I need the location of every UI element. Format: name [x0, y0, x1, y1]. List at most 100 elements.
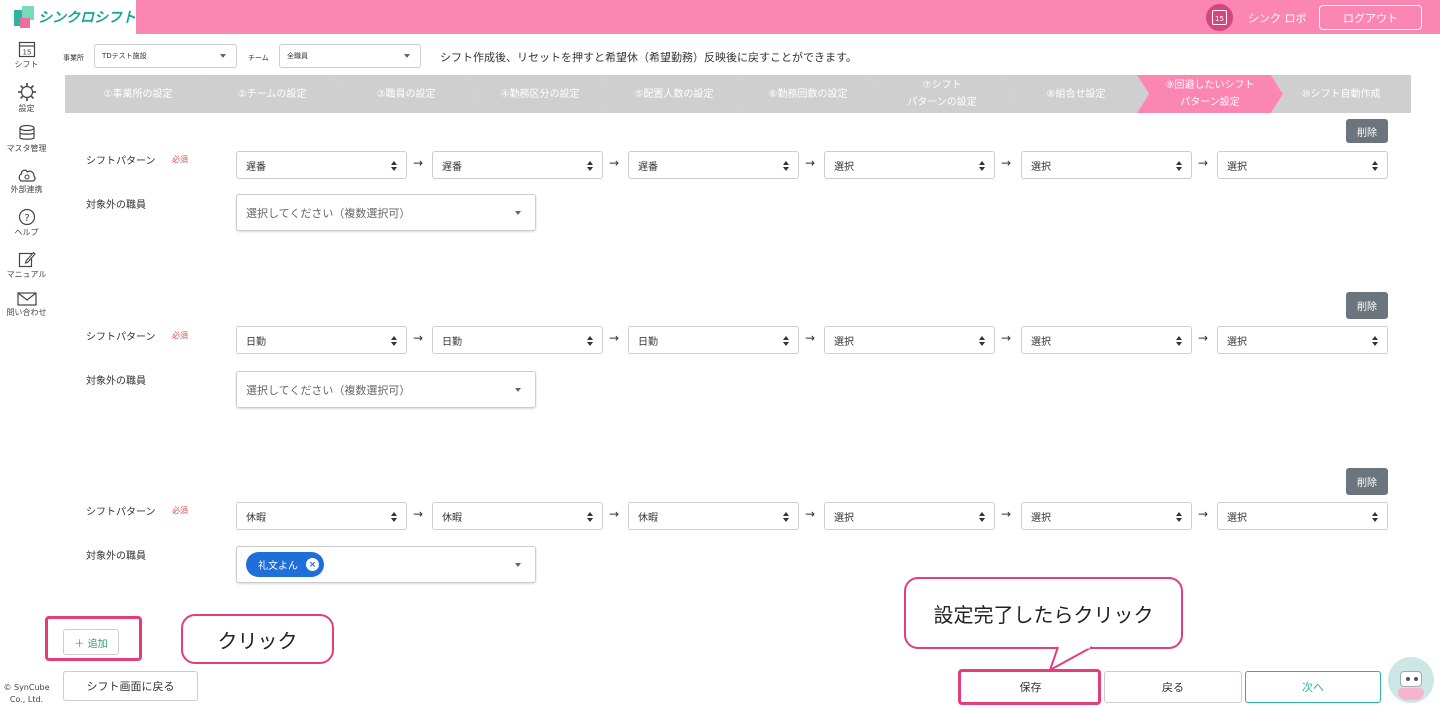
step-8[interactable]: ⑧組合せ設定 — [1003, 75, 1149, 113]
remove-chip-icon[interactable]: × — [306, 558, 319, 571]
help-icon: ? — [18, 208, 35, 226]
pattern-select[interactable]: 選択 — [1021, 326, 1192, 354]
pattern-select[interactable]: 日勤 — [628, 326, 799, 354]
step-1[interactable]: ①事業所の設定 — [65, 75, 211, 113]
step-6[interactable]: ⑥勤務回数の設定 — [735, 75, 881, 113]
excluded-label: 対象外の職員 — [86, 200, 146, 211]
callout-pointer — [1048, 646, 1093, 672]
sidebar-item-manual[interactable]: マニュアル — [0, 250, 53, 280]
sort-arrows-icon — [587, 512, 593, 522]
pattern-select[interactable]: 選択 — [824, 502, 995, 530]
arrow-icon: → — [805, 331, 816, 345]
step-2[interactable]: ②チームの設定 — [199, 75, 345, 113]
placeholder: 選択してください（複数選択可） — [246, 206, 411, 220]
team-select[interactable]: 全職員 — [279, 44, 421, 68]
cloud-sync-icon — [18, 169, 36, 182]
arrow-icon: → — [1198, 331, 1209, 345]
pattern-value: 遅番 — [246, 161, 266, 173]
pattern-select[interactable]: 遅番 — [236, 151, 407, 179]
arrow-icon: → — [1001, 507, 1012, 521]
assistant-robot-icon[interactable] — [1388, 657, 1434, 703]
step-10[interactable]: ⑩シフト自動作成 — [1271, 75, 1411, 113]
arrow-icon: → — [1001, 331, 1012, 345]
delete-button[interactable]: 削除 — [1346, 292, 1388, 319]
back-button[interactable]: 戻る — [1104, 671, 1242, 703]
sidebar-item-settings[interactable]: 設定 — [0, 82, 53, 114]
sort-arrows-icon — [391, 161, 397, 171]
excluded-label: 対象外の職員 — [86, 551, 146, 562]
pattern-select[interactable]: 休暇 — [628, 502, 799, 530]
pattern-select[interactable]: 日勤 — [236, 326, 407, 354]
sort-arrows-icon — [979, 512, 985, 522]
sort-arrows-icon — [1372, 161, 1378, 171]
arrow-icon: → — [413, 156, 424, 170]
sort-arrows-icon — [587, 336, 593, 346]
sidebar-item-contact[interactable]: 問い合わせ — [0, 292, 53, 318]
excluded-staff-select[interactable]: 選択してください（複数選択可） — [236, 371, 536, 408]
sort-arrows-icon — [391, 512, 397, 522]
pattern-value: 遅番 — [638, 161, 658, 173]
app-logo[interactable]: シンクロシフト — [0, 0, 136, 34]
sidebar-item-shift[interactable]: 15 シフト — [0, 40, 53, 70]
arrow-icon: → — [609, 331, 620, 345]
pattern-value: 日勤 — [246, 336, 266, 348]
user-name: シンク ロボ — [1248, 12, 1307, 25]
pattern-select[interactable]: 遅番 — [628, 151, 799, 179]
sidebar-item-help[interactable]: ? ヘルプ — [0, 208, 53, 238]
step-navigation: ①事業所の設定 ②チームの設定 ③職員の設定 ④勤務区分の設定 ⑤配置人数の設定… — [65, 75, 1411, 113]
excluded-staff-select[interactable]: 礼文よん × — [236, 546, 536, 583]
placeholder: 選択してください（複数選択可） — [246, 383, 411, 397]
pattern-value: 休暇 — [638, 512, 658, 524]
calendar-icon: 15 — [1212, 10, 1227, 25]
arrow-icon: → — [413, 331, 424, 345]
step-4[interactable]: ④勤務区分の設定 — [467, 75, 613, 113]
chevron-down-icon — [515, 211, 521, 215]
pattern-select[interactable]: 遅番 — [432, 151, 603, 179]
sort-arrows-icon — [1372, 336, 1378, 346]
arrow-icon: → — [805, 156, 816, 170]
pattern-select[interactable]: 休暇 — [236, 502, 407, 530]
step-9[interactable]: ⑨回避したいシフト パターン設定 — [1137, 75, 1283, 113]
add-highlight-box — [45, 616, 142, 661]
office-label: 事業所 — [63, 54, 84, 62]
chevron-down-icon — [515, 563, 521, 567]
pattern-select[interactable]: 選択 — [824, 326, 995, 354]
sidebar-item-integration[interactable]: 外部連携 — [0, 167, 53, 195]
logout-button[interactable]: ログアウト — [1319, 5, 1422, 30]
delete-button[interactable]: 削除 — [1346, 468, 1388, 495]
pattern-value: 日勤 — [638, 336, 658, 348]
delete-button[interactable]: 削除 — [1346, 119, 1388, 143]
pattern-select[interactable]: 選択 — [824, 151, 995, 179]
save-highlight-box — [958, 669, 1101, 705]
database-icon — [18, 124, 35, 140]
excluded-staff-select[interactable]: 選択してください（複数選択可） — [236, 194, 536, 231]
sort-arrows-icon — [391, 336, 397, 346]
pattern-select[interactable]: 選択 — [1021, 151, 1192, 179]
staff-chip-label: 礼文よん — [258, 561, 298, 572]
edit-icon — [18, 251, 36, 268]
gear-icon — [17, 83, 36, 101]
pattern-select[interactable]: 選択 — [1217, 326, 1388, 354]
pattern-value: 選択 — [1227, 512, 1247, 524]
pattern-select[interactable]: 選択 — [1217, 151, 1388, 179]
sidebar-item-master[interactable]: マスタ管理 — [0, 124, 53, 154]
step-3[interactable]: ③職員の設定 — [333, 75, 479, 113]
today-calendar-button[interactable]: 15 — [1206, 4, 1233, 31]
pattern-select[interactable]: 休暇 — [432, 502, 603, 530]
office-value: TDテスト施設 — [102, 52, 147, 60]
sort-arrows-icon — [1176, 161, 1182, 171]
step-5[interactable]: ⑤配置人数の設定 — [601, 75, 747, 113]
sidebar-item-label: 外部連携 — [10, 185, 43, 194]
back-to-shift-button[interactable]: シフト画面に戻る — [63, 671, 198, 701]
pattern-select[interactable]: 選択 — [1021, 502, 1192, 530]
next-button[interactable]: 次へ — [1245, 671, 1381, 703]
sort-arrows-icon — [1372, 512, 1378, 522]
sort-arrows-icon — [1176, 336, 1182, 346]
step-7[interactable]: ⑦シフト パターンの設定 — [869, 75, 1015, 113]
click-callout: クリック — [181, 614, 334, 664]
office-select[interactable]: TDテスト施設 — [94, 44, 237, 68]
pattern-select[interactable]: 日勤 — [432, 326, 603, 354]
sort-arrows-icon — [1176, 512, 1182, 522]
pattern-select[interactable]: 選択 — [1217, 502, 1388, 530]
pattern-value: 日勤 — [442, 336, 462, 348]
